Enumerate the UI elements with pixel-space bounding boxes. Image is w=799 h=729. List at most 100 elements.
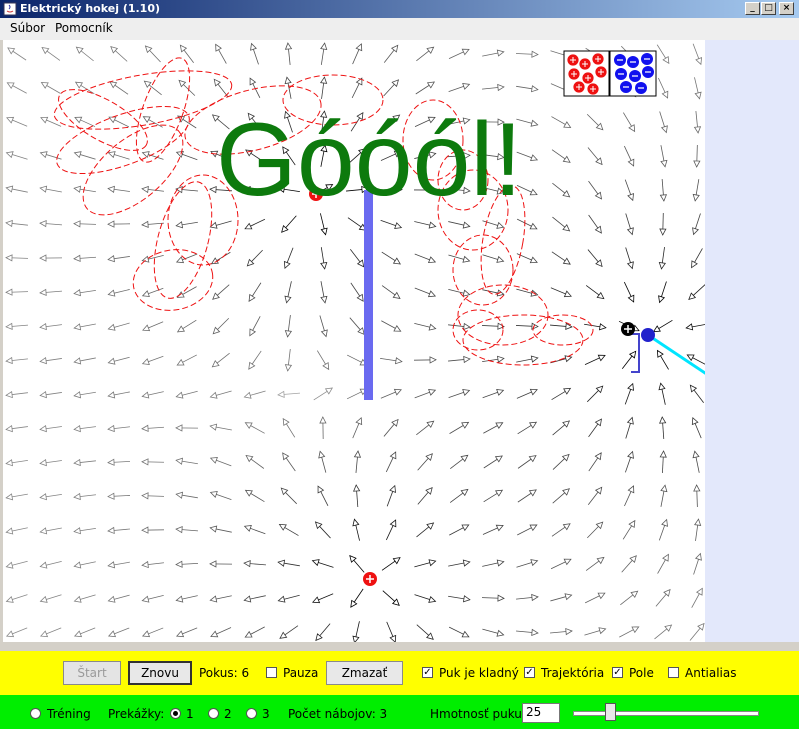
field-arrow-head <box>215 43 222 52</box>
positive-charge-bin[interactable] <box>563 50 610 97</box>
field-arrow-head <box>353 450 362 458</box>
field-arrow-head <box>529 188 538 196</box>
field-arrow-head <box>39 254 47 262</box>
menu-help[interactable]: Pomocník <box>55 21 113 35</box>
field-arrow-head <box>426 522 435 530</box>
puck-mass-slider-thumb[interactable] <box>604 703 616 721</box>
field-arrow-head <box>209 560 217 568</box>
training-radio[interactable] <box>30 708 41 719</box>
field-arrow-head <box>462 389 471 396</box>
field-arrow-head <box>353 484 361 492</box>
field-arrow-head <box>213 78 222 87</box>
field-arrow-head <box>249 328 257 337</box>
field-arrow-head <box>73 151 82 159</box>
field-arrow-head <box>248 361 256 370</box>
field-arrow-head <box>352 518 360 527</box>
playing-field[interactable]: Góóól! <box>3 40 705 642</box>
puck-mass-slider[interactable] <box>573 711 759 716</box>
field-arrow-head <box>392 557 401 565</box>
field-arrow-head <box>141 560 149 569</box>
field-arrow-head <box>5 254 13 262</box>
field-arrow-head <box>283 260 291 270</box>
again-button[interactable]: Znovu <box>128 661 192 685</box>
field-arrow-head <box>462 221 471 229</box>
field-arrow-head <box>244 222 253 230</box>
trajectory-checkbox[interactable]: ✓ <box>524 667 535 678</box>
field-arrow-head <box>659 228 667 236</box>
field-arrow-head <box>5 561 14 569</box>
field-arrow-head <box>426 420 435 429</box>
field-arrow-head <box>427 256 437 264</box>
field-label: Pole <box>629 666 654 680</box>
field-arrow-head <box>627 193 635 202</box>
trajectory-label: Trajektória <box>541 666 605 680</box>
field-arrow-head <box>141 458 149 466</box>
field-arrow-head <box>692 193 700 202</box>
field-arrow-head <box>461 48 470 56</box>
field-arrow-head <box>277 559 286 567</box>
field-arrow-head <box>626 416 634 425</box>
field-arrow-head <box>245 454 254 463</box>
field-arrow-head <box>284 76 292 85</box>
field-arrow-head <box>73 220 81 228</box>
field-arrow-head <box>107 492 115 500</box>
window-title: Elektrický hokej (1.10) <box>20 2 161 15</box>
field-arrow-head <box>107 561 116 569</box>
field-arrow-head <box>496 49 505 57</box>
field-arrow-head <box>277 595 286 603</box>
minimize-button[interactable]: _ <box>745 2 760 15</box>
field-arrow-head <box>39 357 47 365</box>
close-button[interactable]: × <box>779 2 794 15</box>
puck[interactable] <box>621 322 635 336</box>
start-button[interactable]: Štart <box>63 661 121 685</box>
field-checkbox[interactable]: ✓ <box>612 667 623 678</box>
field-arrow-head <box>5 322 13 330</box>
field-arrow-head <box>5 424 13 433</box>
field-arrow-head <box>73 424 81 433</box>
field-arrow-head <box>660 484 668 493</box>
field-arrow-head <box>141 391 150 399</box>
positive-charge[interactable] <box>363 572 377 586</box>
clear-button[interactable]: Zmazať <box>326 661 403 685</box>
field-arrow-head <box>627 450 634 459</box>
field-arrow-head <box>658 295 666 304</box>
field-arrow-head <box>175 151 184 158</box>
field-arrow-head <box>390 44 399 53</box>
level-2-radio[interactable] <box>208 708 219 719</box>
field-arrow-head <box>175 424 183 432</box>
field-arrow-head <box>176 325 186 333</box>
negative-charge-bin[interactable] <box>609 50 657 97</box>
field-arrow-head <box>562 523 571 531</box>
field-arrow-head <box>659 194 668 202</box>
field-arrow-head <box>628 350 637 359</box>
antialias-label: Antialias <box>685 666 737 680</box>
field-arrow-head <box>39 322 47 331</box>
pause-checkbox[interactable] <box>266 667 277 678</box>
field-arrow-head <box>141 290 150 298</box>
puck-mass-input[interactable]: 25 <box>522 703 560 723</box>
field-arrow-head <box>462 595 471 603</box>
field-arrow-head <box>656 349 664 358</box>
positive-puck-checkbox[interactable]: ✓ <box>422 667 433 678</box>
level-3-radio[interactable] <box>246 708 257 719</box>
field-arrow-head <box>660 125 668 134</box>
field-arrow-head <box>142 324 151 332</box>
field-arrow-head <box>5 493 14 501</box>
field-arrow-head <box>175 256 185 264</box>
field-arrow-head <box>209 456 218 464</box>
field-arrow-head <box>460 454 469 463</box>
field-arrow-head <box>107 630 117 638</box>
field-arrow-head <box>628 124 636 133</box>
field-arrow-head <box>529 524 538 532</box>
field-arrow-head <box>496 221 505 229</box>
field-arrow-head <box>175 491 184 499</box>
menu-file[interactable]: Súbor <box>10 21 45 35</box>
field-arrow-head <box>594 418 602 427</box>
level-1-radio[interactable] <box>170 708 181 719</box>
field-arrow-head <box>243 559 251 568</box>
attempts-counter: Pokus: 6 <box>199 666 250 680</box>
maximize-button[interactable]: □ <box>761 2 776 15</box>
field-arrow-head <box>428 323 437 331</box>
field-arrow-head <box>73 595 82 603</box>
antialias-checkbox[interactable] <box>668 667 679 678</box>
